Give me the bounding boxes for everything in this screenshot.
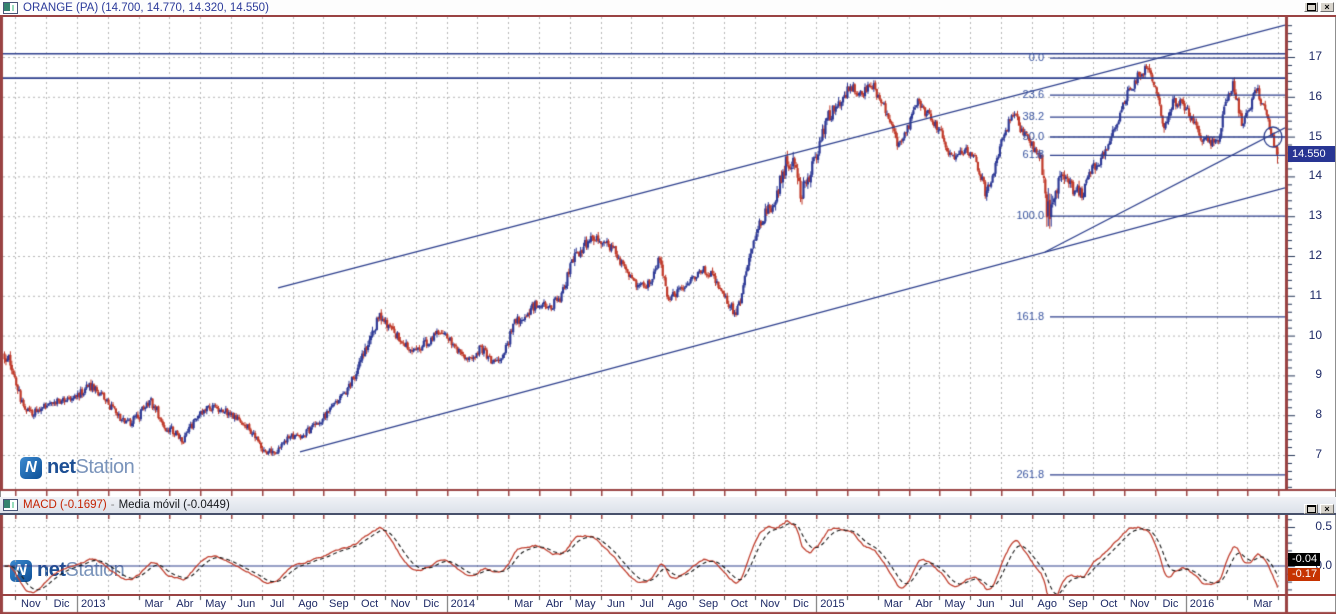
month-label: Ago xyxy=(1037,598,1057,610)
month-label: Dic xyxy=(792,598,809,610)
maximize-icon xyxy=(1306,505,1316,513)
year-label: 2016 xyxy=(1189,598,1215,610)
indicator-icon xyxy=(3,499,18,511)
macd-signal-title: Media móvil (-0.0449) xyxy=(118,499,230,511)
macd-title: MACD (-0.1697) xyxy=(23,499,107,511)
month-label: Dic xyxy=(53,598,70,610)
month-label: Jun xyxy=(607,598,625,610)
month-label: Abr xyxy=(176,598,194,610)
maximize-button[interactable] xyxy=(1304,2,1318,12)
year-label: 2014 xyxy=(450,598,476,610)
month-label: Sep xyxy=(1068,598,1088,610)
month-label: Jul xyxy=(639,598,654,610)
month-label: Jul xyxy=(1009,598,1024,610)
macd-tick-label: 0.5 xyxy=(1315,519,1332,533)
month-label: Mar xyxy=(514,598,534,610)
netstation-window: ORANGE (PA) (14.700, 14.770, 14.320, 14.… xyxy=(0,0,1336,614)
month-label: Dic xyxy=(423,598,440,610)
month-label: Oct xyxy=(1100,598,1118,610)
month-label: Mar xyxy=(883,598,903,610)
month-label: Mar xyxy=(144,598,164,610)
maximize-icon xyxy=(1306,3,1316,11)
month-label: Mar xyxy=(1253,598,1273,610)
month-label: Ago xyxy=(667,598,688,610)
year-label: 2015 xyxy=(820,598,845,610)
price-tick-label: 15 xyxy=(1308,128,1322,143)
month-label: Oct xyxy=(730,598,748,610)
month-label: Jun xyxy=(976,598,995,610)
price-tick-label: 13 xyxy=(1308,208,1322,223)
month-label: Ago xyxy=(298,598,318,610)
macd-maximize-button[interactable] xyxy=(1304,504,1318,514)
month-label: Nov xyxy=(21,598,41,610)
month-label: Nov xyxy=(760,598,780,610)
price-panel-title: ORANGE (PA) (14.700, 14.770, 14.320, 14.… xyxy=(23,1,269,14)
price-tick-label: 10 xyxy=(1308,327,1322,342)
macd-panel-titlebar[interactable]: MACD (-0.1697) - Media móvil (-0.0449) xyxy=(0,497,1336,513)
price-tick-label: 11 xyxy=(1309,287,1322,302)
month-label: Jun xyxy=(237,598,256,610)
month-label: May xyxy=(205,598,226,610)
last-price-badge: 14.550 xyxy=(1288,146,1335,162)
month-label: Jul xyxy=(270,598,285,610)
macd-title-separator: - xyxy=(110,499,115,511)
chart-type-icon xyxy=(3,1,18,14)
close-icon: × xyxy=(1324,503,1330,514)
macd-value-badge: -0.17 xyxy=(1288,568,1320,581)
month-label: May xyxy=(574,598,596,610)
month-label: Nov xyxy=(390,598,411,610)
close-icon: × xyxy=(1324,1,1330,12)
signal-value-badge: -0.04 xyxy=(1288,553,1320,566)
macd-axis[interactable]: 0.5 0.0 xyxy=(0,515,1336,594)
month-label: Oct xyxy=(361,598,379,610)
price-tick-label: 12 xyxy=(1308,248,1322,262)
price-tick-label: 8 xyxy=(1315,407,1322,422)
month-label: Dic xyxy=(1162,598,1179,610)
time-axis[interactable]: Nov Dic 2013 Mar Abr May Jun Jul Ago Sep Oct Nov Dic… xyxy=(0,596,1336,614)
month-label: Sep xyxy=(329,598,349,610)
month-label: May xyxy=(944,598,966,610)
month-label: Abr xyxy=(545,598,563,610)
price-tick-label: 16 xyxy=(1308,88,1322,103)
price-tick-label: 17 xyxy=(1308,49,1322,63)
price-tick-label: 9 xyxy=(1315,367,1322,382)
price-panel-titlebar[interactable]: ORANGE (PA) (14.700, 14.770, 14.320, 14.… xyxy=(0,0,1336,15)
month-label: Nov xyxy=(1129,598,1150,610)
price-tick-label: 7 xyxy=(1315,447,1322,461)
month-label: Sep xyxy=(698,598,719,610)
macd-close-button[interactable]: × xyxy=(1320,504,1334,514)
close-button[interactable]: × xyxy=(1320,2,1334,12)
price-axis[interactable]: 17 16 15 14 13 12 11 10 9 8 7 xyxy=(0,17,1336,489)
price-tick-label: 14 xyxy=(1308,168,1322,183)
year-label: 2013 xyxy=(81,598,106,610)
month-label: Abr xyxy=(915,598,933,610)
